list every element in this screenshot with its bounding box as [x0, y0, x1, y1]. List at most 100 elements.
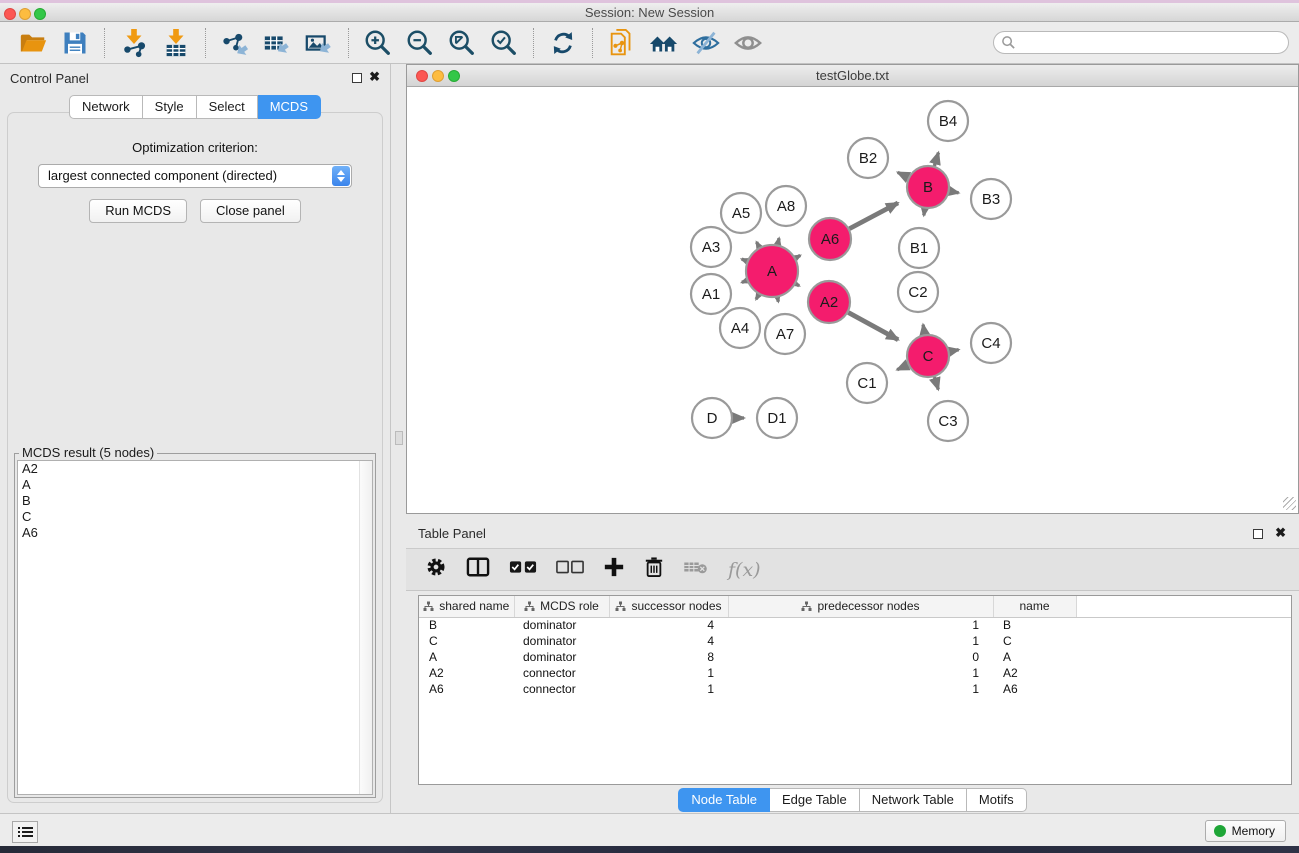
window-resize-grip[interactable]: [1283, 497, 1296, 510]
network-window-titlebar[interactable]: testGlobe.txt: [407, 65, 1298, 87]
close-panel-icon[interactable]: ✖: [369, 69, 380, 85]
graph-edge-A-A2[interactable]: [796, 284, 799, 286]
column-header-successor-nodes[interactable]: successor nodes: [609, 596, 728, 617]
list-item[interactable]: B: [18, 493, 372, 509]
graph-edge-A-A5[interactable]: [757, 242, 760, 247]
refresh-icon: [549, 29, 577, 57]
table-row[interactable]: Cdominator41C: [419, 633, 1291, 649]
graph-edge-B-B1[interactable]: [924, 209, 925, 216]
tab-motifs[interactable]: Motifs: [967, 788, 1027, 812]
graph-edge-A-A4[interactable]: [756, 295, 759, 300]
float-panel-icon[interactable]: [352, 73, 362, 83]
graph-edge-A2-C[interactable]: [848, 313, 898, 340]
graph-edge-A-A1[interactable]: [742, 281, 747, 283]
search-input[interactable]: [1016, 34, 1288, 52]
attribute-type-icon: [524, 601, 535, 612]
tab-style[interactable]: Style: [143, 95, 197, 119]
float-panel-icon[interactable]: [1253, 529, 1263, 539]
tab-network-table[interactable]: Network Table: [860, 788, 967, 812]
graph-edge-C-C4[interactable]: [950, 350, 959, 352]
refresh-button[interactable]: [545, 26, 581, 60]
graph-edge-A6-B[interactable]: [849, 203, 898, 229]
table-row[interactable]: A2connector11A2: [419, 665, 1291, 681]
graph-edge-B-B4[interactable]: [934, 153, 938, 166]
mcds-result-box: MCDS result (5 nodes) A2ABCA6: [14, 453, 376, 798]
toolbar-separator: [205, 28, 206, 58]
graph-edge-A-A3[interactable]: [742, 259, 747, 261]
import-network-button[interactable]: [116, 26, 152, 60]
zoom-in-button[interactable]: [360, 26, 396, 60]
graph-edge-B-B3[interactable]: [950, 191, 959, 193]
show-graphics-icon: [733, 28, 763, 58]
zoom-selected-icon: [489, 28, 519, 58]
network-from-file-button[interactable]: [604, 26, 640, 60]
list-item[interactable]: C: [18, 509, 372, 525]
tab-network[interactable]: Network: [69, 95, 143, 119]
function-builder-button[interactable]: f(x): [728, 559, 761, 581]
graph-edge-B-B2[interactable]: [898, 172, 908, 177]
node-table: shared name MCDS role successor nodes pr…: [419, 596, 1291, 697]
export-table-button[interactable]: [259, 26, 295, 60]
delete-button[interactable]: [644, 556, 664, 583]
table-header-row: shared name MCDS role successor nodes pr…: [419, 596, 1291, 617]
add-button[interactable]: [603, 556, 625, 583]
graph-edge-A-A6[interactable]: [796, 255, 801, 258]
graph-node-label: B: [923, 179, 933, 196]
settings-button[interactable]: [425, 556, 447, 583]
list-item[interactable]: A: [18, 477, 372, 493]
delete-table-button[interactable]: [683, 558, 709, 581]
open-session-icon: [18, 28, 48, 58]
table-panel-header: Table Panel ✖: [406, 519, 1299, 547]
zoom-fit-button[interactable]: [444, 26, 480, 60]
column-header-mcds-role[interactable]: MCDS role: [514, 596, 609, 617]
export-image-icon: [304, 28, 334, 58]
toggle-columns-button[interactable]: [466, 556, 490, 583]
close-panel-button[interactable]: Close panel: [200, 199, 301, 223]
toolbar-separator: [348, 28, 349, 58]
table-row[interactable]: Bdominator41B: [419, 617, 1291, 633]
table-row[interactable]: Adominator80A: [419, 649, 1291, 665]
panel-divider-handle[interactable]: [395, 431, 403, 445]
open-session-button[interactable]: [15, 26, 51, 60]
home-button[interactable]: [646, 26, 682, 60]
graph-edge-A-A8[interactable]: [778, 238, 779, 244]
hide-graphics-button[interactable]: [688, 26, 724, 60]
graph-edge-A-A7[interactable]: [777, 297, 778, 301]
graph-edge-C-C1[interactable]: [897, 365, 908, 370]
tab-node-table[interactable]: Node Table: [678, 788, 770, 812]
close-panel-icon[interactable]: ✖: [1275, 525, 1286, 541]
tab-select[interactable]: Select: [197, 95, 258, 119]
column-header-name[interactable]: name: [993, 596, 1076, 617]
memory-button[interactable]: Memory: [1205, 820, 1286, 842]
network-canvas[interactable]: AA1A2A3A4A5A6A7A8BB1B2B3B4CC1C2C3C4DD1: [408, 88, 1298, 512]
hide-graphics-icon: [691, 28, 721, 58]
graph-node-label: B2: [859, 150, 877, 167]
zoom-out-button[interactable]: [402, 26, 438, 60]
show-graphics-button[interactable]: [730, 26, 766, 60]
save-session-button[interactable]: [57, 26, 93, 60]
graph-edge-C-C3[interactable]: [934, 377, 938, 389]
graph-edge-C-C2[interactable]: [923, 325, 925, 335]
import-table-icon: [161, 28, 191, 58]
export-image-button[interactable]: [301, 26, 337, 60]
import-network-icon: [119, 28, 149, 58]
import-table-button[interactable]: [158, 26, 194, 60]
tab-mcds[interactable]: MCDS: [258, 95, 321, 119]
export-network-button[interactable]: [217, 26, 253, 60]
criterion-dropdown[interactable]: largest connected component (directed): [38, 164, 352, 188]
column-header-predecessor-nodes[interactable]: predecessor nodes: [728, 596, 993, 617]
list-item[interactable]: A6: [18, 525, 372, 541]
run-mcds-button[interactable]: Run MCDS: [89, 199, 187, 223]
dropdown-stepper-icon[interactable]: [332, 166, 350, 186]
tab-edge-table[interactable]: Edge Table: [770, 788, 860, 812]
show-task-history-button[interactable]: [12, 821, 38, 843]
column-header-shared-name[interactable]: shared name: [419, 596, 514, 617]
zoom-selected-button[interactable]: [486, 26, 522, 60]
graph-node-label: C1: [857, 375, 876, 392]
select-all-button[interactable]: [509, 559, 537, 580]
scrollbar-track[interactable]: [359, 461, 372, 794]
list-item[interactable]: A2: [18, 461, 372, 477]
delete-table-icon: [683, 558, 709, 576]
table-row[interactable]: A6connector11A6: [419, 681, 1291, 697]
deselect-all-button[interactable]: [556, 559, 584, 580]
